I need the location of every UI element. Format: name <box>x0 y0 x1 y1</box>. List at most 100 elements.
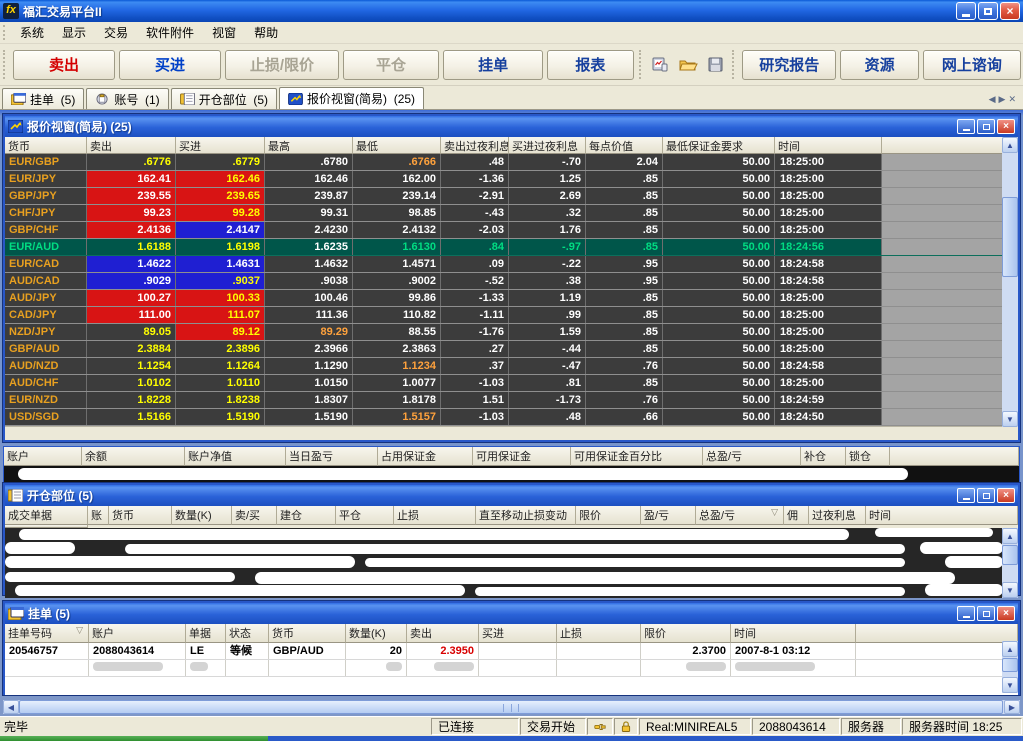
menu-item-5[interactable]: 帮助 <box>245 21 287 44</box>
positions-column-header-6[interactable]: 平仓 <box>336 506 394 525</box>
buy-button[interactable]: 买进 <box>119 50 221 80</box>
minimize-button[interactable] <box>956 2 976 20</box>
positions-minimize-button[interactable] <box>957 488 975 503</box>
quote-row-USD-SGD[interactable]: USD/SGD1.51661.51901.51901.5157-1.03.48.… <box>5 409 1018 426</box>
entry-order-button[interactable]: 挂单 <box>443 50 543 80</box>
orders-maximize-button[interactable] <box>977 606 995 621</box>
orders-close-button[interactable]: × <box>997 606 1015 621</box>
orders-column-header-0[interactable]: 挂单号码▽ <box>5 624 89 643</box>
save-icon[interactable] <box>705 54 727 76</box>
orders-column-header-1[interactable]: 账户 <box>89 624 186 643</box>
monitor-chart-icon[interactable] <box>649 54 671 76</box>
orders-minimize-button[interactable] <box>957 606 975 621</box>
tab-accounts[interactable]: 账号 (1) <box>86 88 168 109</box>
positions-column-header-1[interactable]: 账 <box>88 506 109 525</box>
close-button[interactable]: × <box>1000 2 1020 20</box>
orders-column-header-2[interactable]: 单据 <box>186 624 226 643</box>
account-column-header-0[interactable]: 账户 <box>4 447 82 466</box>
quote-scroll-thumb[interactable] <box>1002 197 1018 277</box>
quote-row-AUD-CHF[interactable]: AUD/CHF1.01021.01101.01501.0077-1.03.81.… <box>5 375 1018 392</box>
orders-column-header-9[interactable]: 限价 <box>641 624 731 643</box>
account-column-header-4[interactable]: 占用保证金 <box>378 447 473 466</box>
positions-column-header-9[interactable]: 限价 <box>576 506 641 525</box>
quote-row-EUR-NZD[interactable]: EUR/NZD1.82281.82381.83071.81781.51-1.73… <box>5 392 1018 409</box>
quote-column-header-2[interactable]: 买进 <box>176 137 265 154</box>
positions-maximize-button[interactable] <box>977 488 995 503</box>
online-consult-button[interactable]: 网上谘询 <box>923 50 1021 80</box>
account-column-header-8[interactable]: 补仓 <box>801 447 846 466</box>
positions-scroll-down-button[interactable]: ▼ <box>1002 582 1018 598</box>
menu-item-4[interactable]: 视窗 <box>203 21 245 44</box>
open-folder-icon[interactable] <box>677 54 699 76</box>
quote-close-button[interactable]: × <box>997 119 1015 134</box>
orders-scroll-thumb[interactable] <box>1002 658 1018 672</box>
menu-item-1[interactable]: 显示 <box>53 21 95 44</box>
orders-vertical-scrollbar[interactable]: ▲ ▼ <box>1002 641 1018 693</box>
hscroll-right-button[interactable]: ▶ <box>1004 700 1020 714</box>
tab-quote-view[interactable]: 报价视窗(简易) (25) <box>279 87 424 109</box>
quote-column-header-7[interactable]: 每点价值 <box>586 137 663 154</box>
positions-column-header-4[interactable]: 卖/买 <box>232 506 277 525</box>
orders-column-header-5[interactable]: 数量(K) <box>346 624 407 643</box>
research-report-button[interactable]: 研究报告 <box>742 50 836 80</box>
positions-scroll-up-button[interactable]: ▲ <box>1002 528 1018 544</box>
quote-row-CHF-JPY[interactable]: CHF/JPY99.2399.2899.3198.85-.43.32.8550.… <box>5 205 1018 222</box>
positions-close-button[interactable]: × <box>997 488 1015 503</box>
quote-column-header-3[interactable]: 最高 <box>265 137 353 154</box>
tab-positions[interactable]: 开仓部位 (5) <box>171 88 277 109</box>
positions-column-header-5[interactable]: 建仓 <box>277 506 336 525</box>
quote-column-header-6[interactable]: 买进过夜利息 <box>509 137 586 154</box>
quote-minimize-button[interactable] <box>957 119 975 134</box>
account-column-header-1[interactable]: 余额 <box>82 447 185 466</box>
orders-column-header-10[interactable]: 时间 <box>731 624 856 643</box>
account-column-header-6[interactable]: 可用保证金百分比 <box>571 447 703 466</box>
positions-column-header-7[interactable]: 止损 <box>394 506 476 525</box>
close-position-button[interactable]: 平仓 <box>343 50 439 80</box>
hscroll-thumb[interactable] <box>19 700 1003 714</box>
quote-column-header-0[interactable]: 货币 <box>5 137 87 154</box>
account-column-header-9[interactable]: 锁仓 <box>846 447 890 466</box>
quote-row-GBP-AUD[interactable]: GBP/AUD2.38842.38962.39662.3863.27-.44.8… <box>5 341 1018 358</box>
quote-scroll-up-button[interactable]: ▲ <box>1002 137 1018 153</box>
quote-column-header-9[interactable]: 时间 <box>775 137 882 154</box>
quote-row-EUR-JPY[interactable]: EUR/JPY162.41162.46162.46162.00-1.361.25… <box>5 171 1018 188</box>
orders-scroll-down-button[interactable]: ▼ <box>1002 677 1018 693</box>
positions-column-header-2[interactable]: 货币 <box>109 506 172 525</box>
quote-column-header-8[interactable]: 最低保证金要求 <box>663 137 775 154</box>
orders-column-header-3[interactable]: 状态 <box>226 624 269 643</box>
menu-item-3[interactable]: 软件附件 <box>137 21 203 44</box>
positions-column-header-14[interactable]: 时间 <box>866 506 1018 525</box>
quote-column-header-1[interactable]: 卖出 <box>87 137 176 154</box>
sell-button[interactable]: 卖出 <box>13 50 115 80</box>
quote-row-GBP-CHF[interactable]: GBP/CHF2.41362.41472.42302.4132-2.031.76… <box>5 222 1018 239</box>
orders-scroll-up-button[interactable]: ▲ <box>1002 641 1018 657</box>
tab-scroll-controls[interactable]: ◀▶✕ <box>989 94 1019 105</box>
quote-row-AUD-NZD[interactable]: AUD/NZD1.12541.12641.12901.1234.37-.47.7… <box>5 358 1018 375</box>
quote-row-CAD-JPY[interactable]: CAD/JPY111.00111.07111.36110.82-1.11.99.… <box>5 307 1018 324</box>
quote-scroll-down-button[interactable]: ▼ <box>1002 411 1018 427</box>
orders-column-header-7[interactable]: 买进 <box>479 624 557 643</box>
hscroll-left-button[interactable]: ◀ <box>3 700 19 714</box>
orders-column-header-4[interactable]: 货币 <box>269 624 346 643</box>
quote-row-NZD-JPY[interactable]: NZD/JPY89.0589.1289.2988.55-1.761.59.855… <box>5 324 1018 341</box>
account-column-header-7[interactable]: 总盈/亏 <box>703 447 801 466</box>
quote-column-header-4[interactable]: 最低 <box>353 137 441 154</box>
positions-column-header-10[interactable]: 盈/亏 <box>641 506 696 525</box>
quote-vertical-scrollbar[interactable]: ▲ ▼ <box>1002 137 1018 427</box>
positions-column-header-12[interactable]: 佣 <box>784 506 809 525</box>
stop-limit-button[interactable]: 止损/限价 <box>225 50 339 80</box>
quote-row-EUR-CAD[interactable]: EUR/CAD1.46221.46311.46321.4571.09-.22.9… <box>5 256 1018 273</box>
positions-column-header-11[interactable]: 总盈/亏▽ <box>696 506 784 525</box>
positions-column-header-8[interactable]: 直至移动止损变动 <box>476 506 576 525</box>
account-data-row[interactable] <box>4 466 1019 482</box>
positions-column-header-13[interactable]: 过夜利息 <box>809 506 866 525</box>
account-column-header-2[interactable]: 账户净值 <box>185 447 286 466</box>
tab-orders[interactable]: 挂单 (5) <box>2 88 84 109</box>
orders-column-header-8[interactable]: 止损 <box>557 624 641 643</box>
positions-column-header-3[interactable]: 数量(K) <box>172 506 232 525</box>
orders-row-redacted[interactable] <box>5 660 1018 677</box>
mdi-horizontal-scrollbar[interactable]: ◀ ▶ <box>3 700 1020 714</box>
positions-scroll-thumb[interactable] <box>1002 545 1018 565</box>
account-column-header-3[interactable]: 当日盈亏 <box>286 447 378 466</box>
positions-vertical-scrollbar[interactable]: ▲ ▼ <box>1002 528 1018 598</box>
